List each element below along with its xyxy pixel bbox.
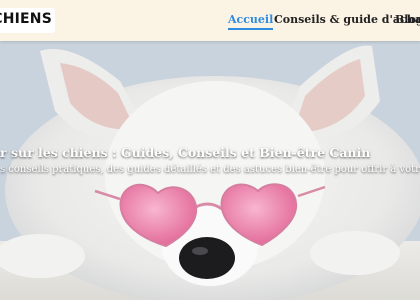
site-header: E-CHIENS Accueil Conseils & guide d'acha… — [0, 0, 420, 41]
hero-subtitle: s conseils pratiques, des guides détaill… — [0, 164, 420, 175]
logo-text: E-CHIENS — [0, 11, 52, 27]
hero-banner: r sur les chiens : Guides, Conseils et B… — [0, 41, 420, 300]
site-logo[interactable]: E-CHIENS — [0, 8, 55, 33]
hero-title: r sur les chiens : Guides, Conseils et B… — [0, 145, 371, 160]
nav-item-blog[interactable]: Blog — [395, 13, 420, 26]
nav-item-accueil[interactable]: Accueil — [228, 13, 274, 30]
